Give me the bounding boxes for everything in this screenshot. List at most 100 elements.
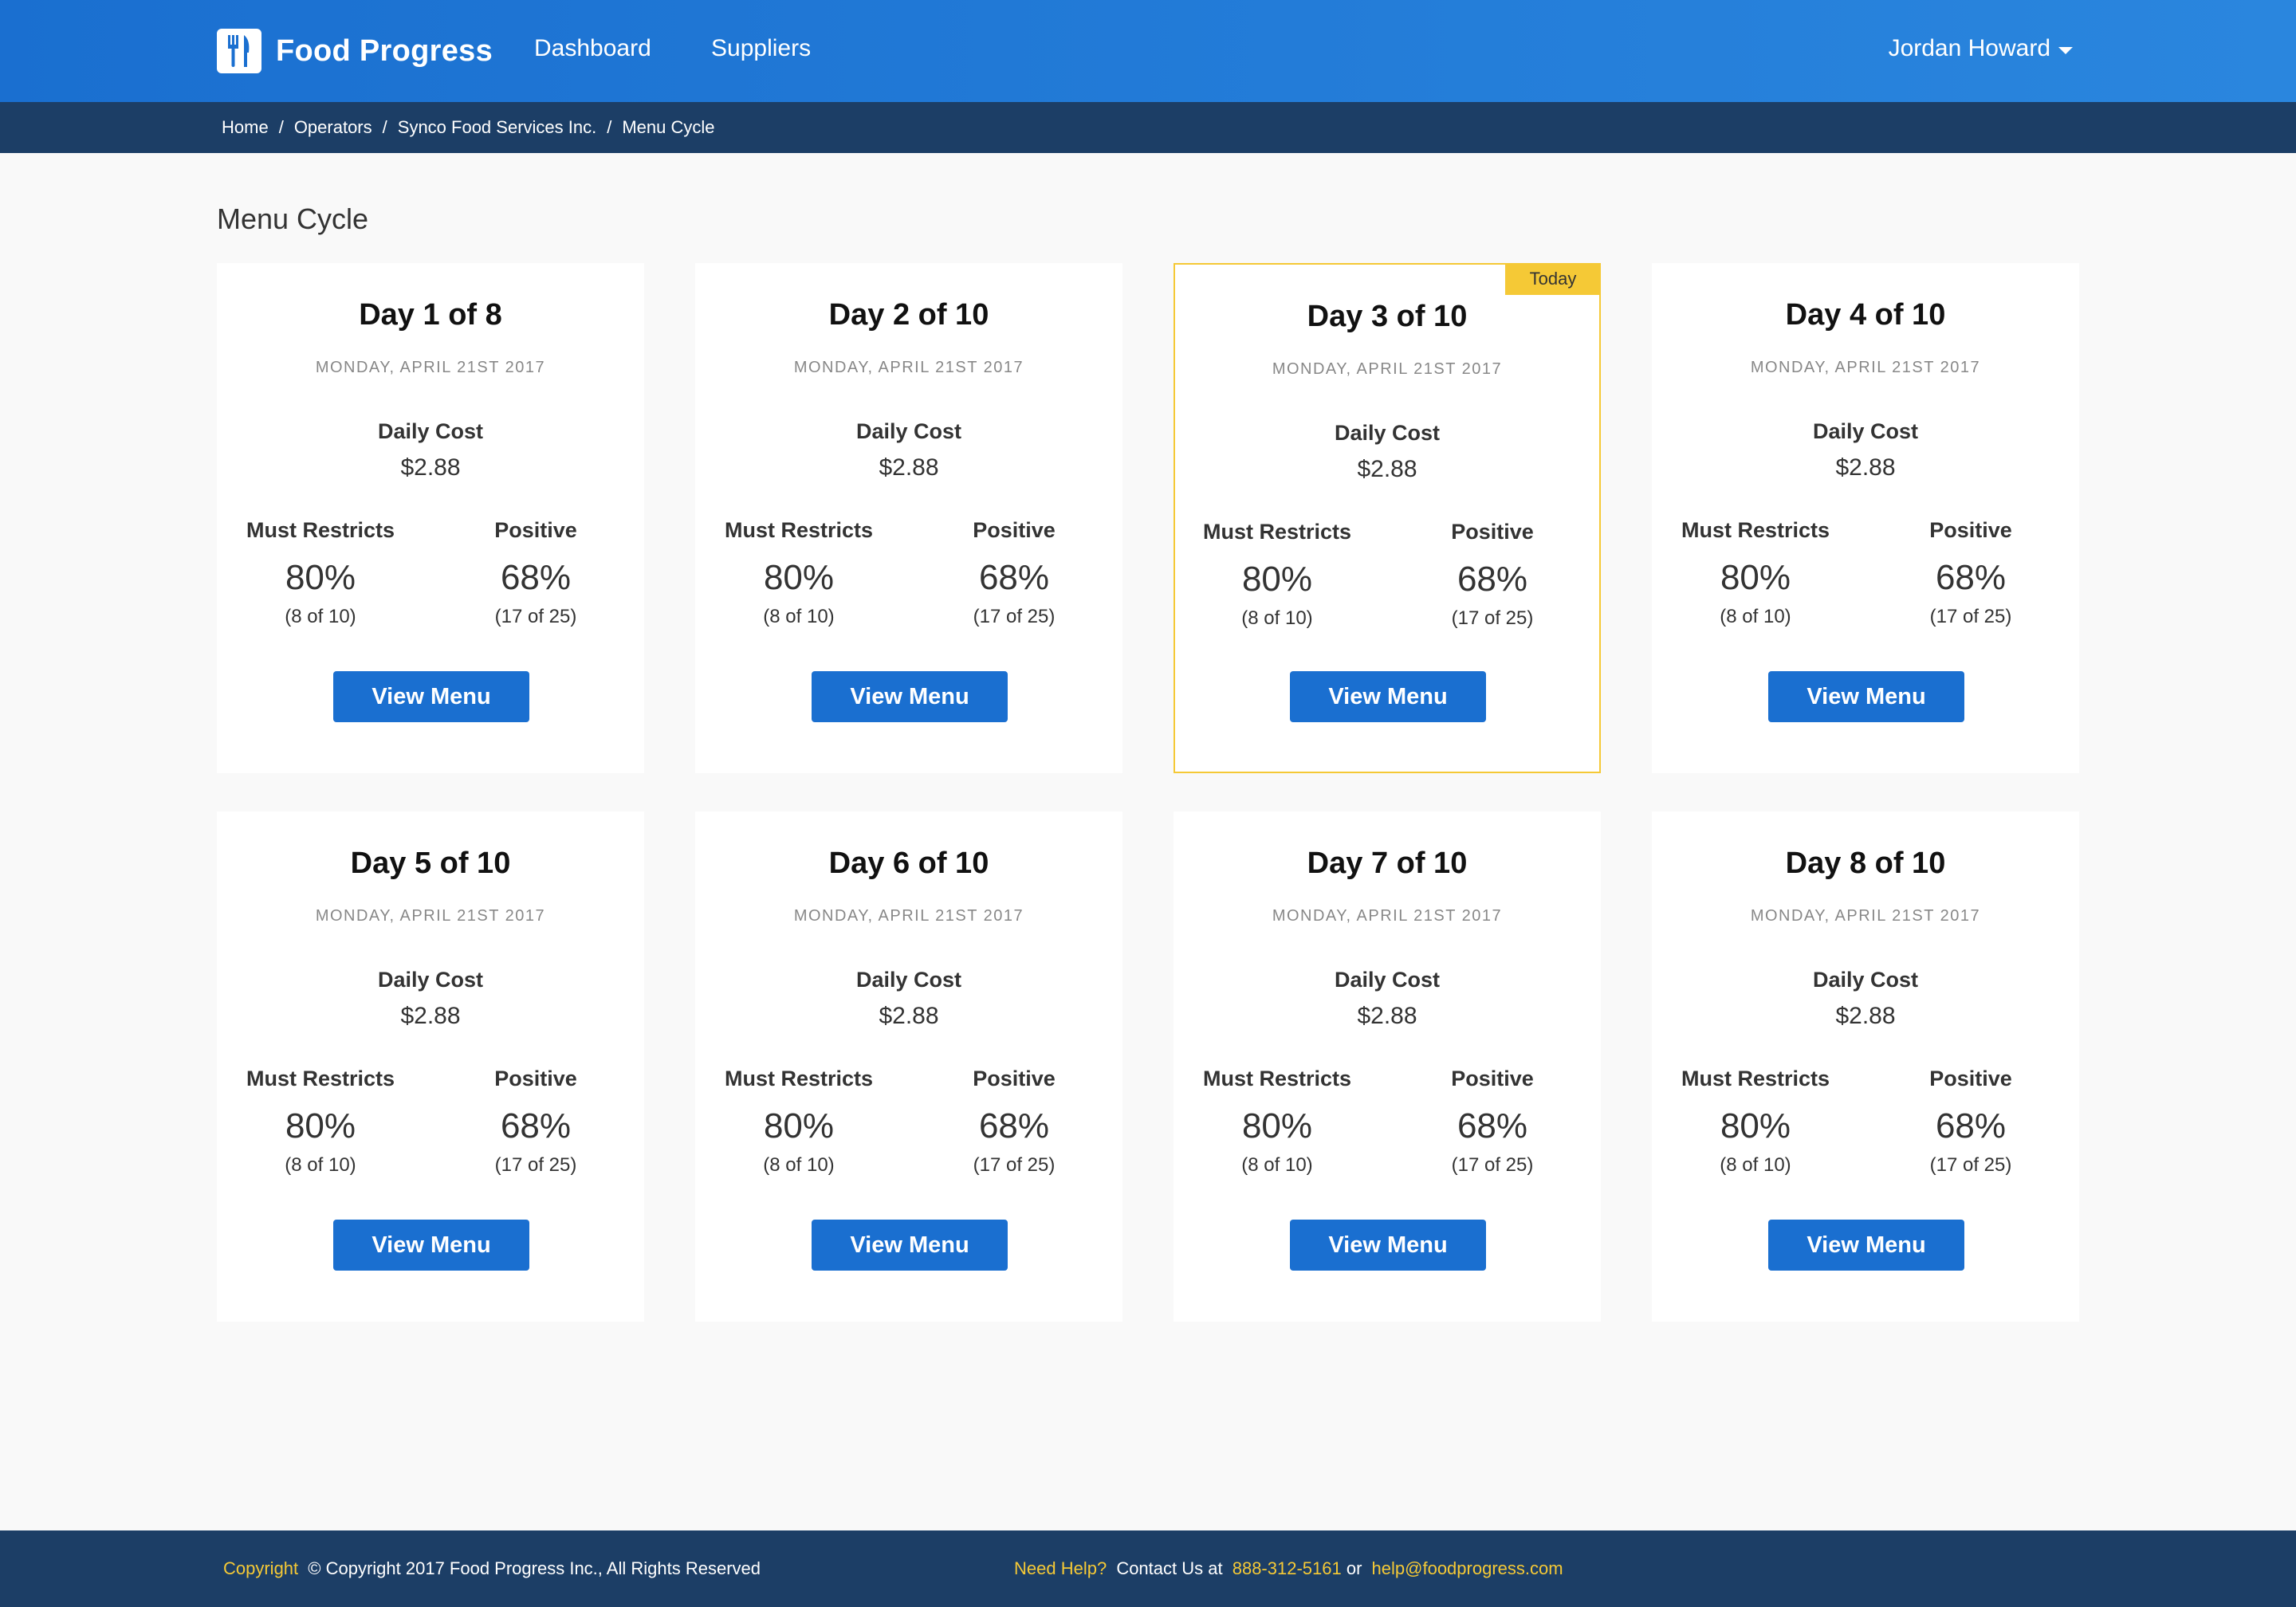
day-title: Day 4 of 10 [1785, 298, 1946, 332]
view-menu-button[interactable]: View Menu [812, 671, 1008, 722]
nav-suppliers[interactable]: Suppliers [711, 35, 811, 62]
footer-email-link[interactable]: help@foodprogress.com [1372, 1558, 1563, 1578]
must-restricts-value: 80% [1720, 1106, 1791, 1145]
view-menu-button[interactable]: View Menu [1290, 671, 1486, 722]
positive-metric: Positive 68% (17 of 25) [1883, 1067, 2058, 1177]
daily-cost-label: Daily Cost [1334, 421, 1441, 445]
view-menu-button[interactable]: View Menu [333, 1220, 529, 1271]
must-restricts-metric: Must Restricts 80% (8 of 10) [1668, 1067, 1843, 1177]
daily-cost-value: $2.88 [879, 454, 939, 481]
must-restricts-value: 80% [763, 1106, 835, 1145]
footer-phone-link[interactable]: 888-312-5161 [1233, 1558, 1342, 1578]
breadcrumb-operators[interactable]: Operators [294, 117, 372, 138]
fork-knife-icon [217, 29, 261, 73]
positive-label: Positive [494, 1067, 577, 1090]
must-restricts-value: 80% [1720, 558, 1791, 597]
positive-count: (17 of 25) [494, 606, 577, 627]
day-date: MONDAY, APRIL 21ST 2017 [1272, 907, 1503, 925]
must-restricts-metric: Must Restricts 80% (8 of 10) [233, 1067, 408, 1177]
must-restricts-metric: Must Restricts 80% (8 of 10) [233, 518, 408, 628]
day-title: Day 7 of 10 [1307, 847, 1468, 880]
day-card-today: Today Day 3 of 10 MONDAY, APRIL 21ST 201… [1174, 263, 1601, 773]
day-title: Day 6 of 10 [828, 847, 989, 880]
footer-help: Need Help? Contact Us at 888-312-5161 or… [1014, 1558, 1563, 1579]
positive-count: (17 of 25) [973, 1154, 1056, 1176]
daily-cost-label: Daily Cost [855, 419, 962, 443]
view-menu-button[interactable]: View Menu [333, 671, 529, 722]
must-restricts-metric: Must Restricts 80% (8 of 10) [1668, 518, 1843, 628]
positive-count: (17 of 25) [1929, 1154, 2012, 1176]
must-restricts-metric: Must Restricts 80% (8 of 10) [1189, 520, 1365, 630]
positive-metric: Positive 68% (17 of 25) [1405, 1067, 1580, 1177]
must-restricts-metric: Must Restricts 80% (8 of 10) [711, 518, 887, 628]
positive-metric: Positive 68% (17 of 25) [448, 518, 623, 628]
positive-count: (17 of 25) [973, 606, 1056, 627]
must-restricts-count: (8 of 10) [285, 1154, 356, 1176]
must-restricts-count: (8 of 10) [1241, 607, 1313, 629]
must-restricts-label: Must Restricts [724, 1067, 874, 1090]
must-restricts-value: 80% [285, 1106, 356, 1145]
day-date: MONDAY, APRIL 21ST 2017 [793, 359, 1024, 376]
must-restricts-count: (8 of 10) [763, 606, 835, 627]
must-restricts-count: (8 of 10) [1720, 606, 1791, 627]
must-restricts-label: Must Restricts [1202, 1067, 1352, 1090]
footer-or-text: or [1346, 1558, 1362, 1578]
must-restricts-label: Must Restricts [1681, 518, 1830, 542]
daily-cost-label: Daily Cost [1334, 968, 1441, 992]
positive-value: 68% [1457, 560, 1528, 599]
day-date: MONDAY, APRIL 21ST 2017 [1750, 359, 1981, 376]
breadcrumb-separator: / [607, 117, 612, 137]
day-title: Day 5 of 10 [350, 847, 511, 880]
breadcrumb: Home / Operators / Synco Food Services I… [0, 102, 2296, 153]
footer-copyright: Copyright © Copyright 2017 Food Progress… [223, 1558, 765, 1579]
daily-cost-value: $2.88 [1835, 1003, 1896, 1029]
daily-cost-label: Daily Cost [1812, 419, 1919, 443]
daily-cost-label: Daily Cost [377, 968, 484, 992]
footer-help-label: Need Help? [1014, 1558, 1107, 1578]
view-menu-button[interactable]: View Menu [812, 1220, 1008, 1271]
positive-metric: Positive 68% (17 of 25) [448, 1067, 623, 1177]
positive-metric: Positive 68% (17 of 25) [926, 518, 1102, 628]
positive-value: 68% [500, 1106, 572, 1145]
user-menu[interactable]: Jordan Howard [1889, 35, 2073, 62]
breadcrumb-home[interactable]: Home [222, 117, 269, 138]
positive-label: Positive [1929, 1067, 2012, 1090]
day-title: Day 3 of 10 [1307, 300, 1468, 333]
view-menu-button[interactable]: View Menu [1290, 1220, 1486, 1271]
daily-cost-value: $2.88 [400, 454, 461, 481]
positive-label: Positive [973, 1067, 1056, 1090]
daily-cost-value: $2.88 [1357, 1003, 1417, 1029]
day-card: Day 4 of 10 MONDAY, APRIL 21ST 2017 Dail… [1652, 263, 2079, 773]
must-restricts-metric: Must Restricts 80% (8 of 10) [1189, 1067, 1365, 1177]
must-restricts-value: 80% [1241, 560, 1313, 599]
top-navbar: Food Progress Dashboard Suppliers Jordan… [0, 0, 2296, 102]
day-date: MONDAY, APRIL 21ST 2017 [1272, 360, 1503, 378]
brand-link[interactable]: Food Progress [217, 27, 493, 75]
view-menu-button[interactable]: View Menu [1768, 671, 1964, 722]
positive-value: 68% [500, 558, 572, 597]
footer-copyright-label: Copyright [223, 1558, 299, 1578]
positive-metric: Positive 68% (17 of 25) [1405, 520, 1580, 630]
positive-label: Positive [1929, 518, 2012, 542]
positive-value: 68% [978, 558, 1050, 597]
daily-cost-value: $2.88 [400, 1003, 461, 1029]
positive-label: Positive [973, 518, 1056, 542]
nav-dashboard[interactable]: Dashboard [534, 35, 651, 62]
breadcrumb-separator: / [382, 117, 387, 137]
footer: Copyright © Copyright 2017 Food Progress… [0, 1530, 2296, 1607]
positive-metric: Positive 68% (17 of 25) [1883, 518, 2058, 628]
breadcrumb-operator[interactable]: Synco Food Services Inc. [398, 117, 596, 138]
positive-count: (17 of 25) [1929, 606, 2012, 627]
positive-count: (17 of 25) [1451, 1154, 1534, 1176]
footer-copyright-text: © Copyright 2017 Food Progress Inc., All… [308, 1558, 761, 1578]
must-restricts-count: (8 of 10) [1241, 1154, 1313, 1176]
positive-label: Positive [1451, 1067, 1534, 1090]
must-restricts-value: 80% [285, 558, 356, 597]
breadcrumb-current: Menu Cycle [622, 117, 715, 137]
breadcrumb-separator: / [278, 117, 284, 137]
day-card: Day 5 of 10 MONDAY, APRIL 21ST 2017 Dail… [217, 811, 644, 1322]
daily-cost-label: Daily Cost [377, 419, 484, 443]
view-menu-button[interactable]: View Menu [1768, 1220, 1964, 1271]
day-title: Day 2 of 10 [828, 298, 989, 332]
must-restricts-metric: Must Restricts 80% (8 of 10) [711, 1067, 887, 1177]
